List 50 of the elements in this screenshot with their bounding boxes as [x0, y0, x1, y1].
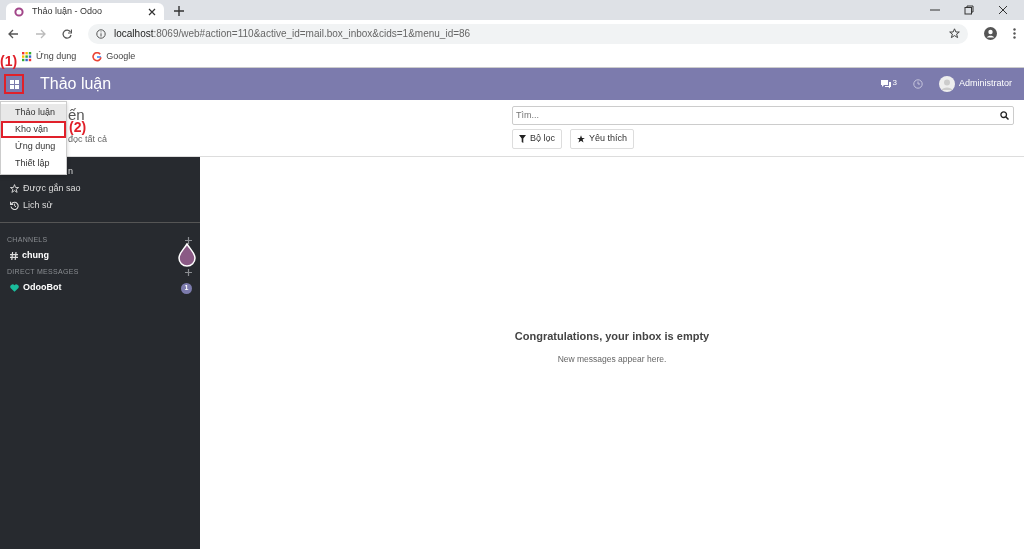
close-icon[interactable] [998, 5, 1008, 15]
back-arrow-icon[interactable] [8, 28, 19, 39]
account-icon[interactable] [984, 27, 997, 40]
app-title[interactable]: Thảo luận [40, 72, 112, 96]
url-text: localhost:8069/web#action=110&active_id=mail.box_inbox&cids=1&menu_id=86 [114, 27, 472, 41]
add-icon[interactable] [185, 236, 192, 244]
user-menu[interactable]: Administrator [939, 76, 1012, 92]
history-icon [10, 201, 19, 210]
bookmark-link[interactable]: Google [92, 50, 136, 64]
apps-menu-button[interactable] [4, 74, 24, 94]
menu-item[interactable]: Thảo luận [1, 104, 66, 121]
messages-button[interactable]: 3 [879, 79, 897, 89]
address-bar[interactable]: localhost:8069/web#action=110&active_id=mail.box_inbox&cids=1&menu_id=86 [88, 23, 968, 44]
star-icon[interactable] [949, 28, 960, 39]
info-icon [96, 28, 106, 39]
menu-item[interactable]: Thiết lập [1, 155, 66, 172]
empty-state-title: Congratulations, your inbox is empty [514, 329, 710, 345]
heart-icon [10, 284, 19, 292]
add-icon[interactable] [185, 268, 192, 276]
restore-icon[interactable] [964, 5, 974, 15]
star-icon [10, 184, 19, 193]
mailbox-item[interactable]: Lịch sử [0, 197, 200, 214]
message-count: 3 [892, 79, 897, 87]
close-icon[interactable] [148, 7, 156, 16]
hashtag-icon [10, 252, 18, 260]
favorites-button[interactable]: Yêu thích [570, 129, 635, 149]
conversation-item[interactable]: chung [0, 247, 200, 265]
bookmark-link[interactable]: Ứng dụng [22, 50, 77, 64]
filter-button[interactable]: Bộ lọc [512, 129, 562, 149]
drop-marker-icon [178, 243, 196, 267]
mailbox-item[interactable]: Được gắn sao [0, 180, 200, 197]
chat-bubbles-icon [879, 79, 892, 89]
reload-icon[interactable] [62, 28, 72, 39]
star-icon [577, 135, 585, 143]
breadcrumb-title: ến [68, 106, 85, 123]
empty-state-text: New messages appear here. [557, 352, 667, 366]
google-icon [92, 52, 103, 62]
apps-grid-icon [22, 52, 32, 62]
annotation-label: (2) [69, 120, 87, 134]
funnel-icon [519, 135, 526, 143]
annotation-label: (1) [0, 54, 18, 68]
search-bar[interactable]: Tìm... [512, 106, 1014, 125]
menu-item[interactable]: Kho vận [1, 121, 66, 138]
odoo-logo-icon [14, 6, 24, 17]
avatar-icon [939, 76, 955, 92]
menu-item[interactable]: Ứng dụng [1, 138, 66, 155]
more-menu-icon[interactable] [1013, 28, 1016, 39]
grid-icon [9, 79, 19, 89]
new-tab-icon[interactable] [174, 6, 184, 16]
search-icon [1000, 111, 1009, 120]
